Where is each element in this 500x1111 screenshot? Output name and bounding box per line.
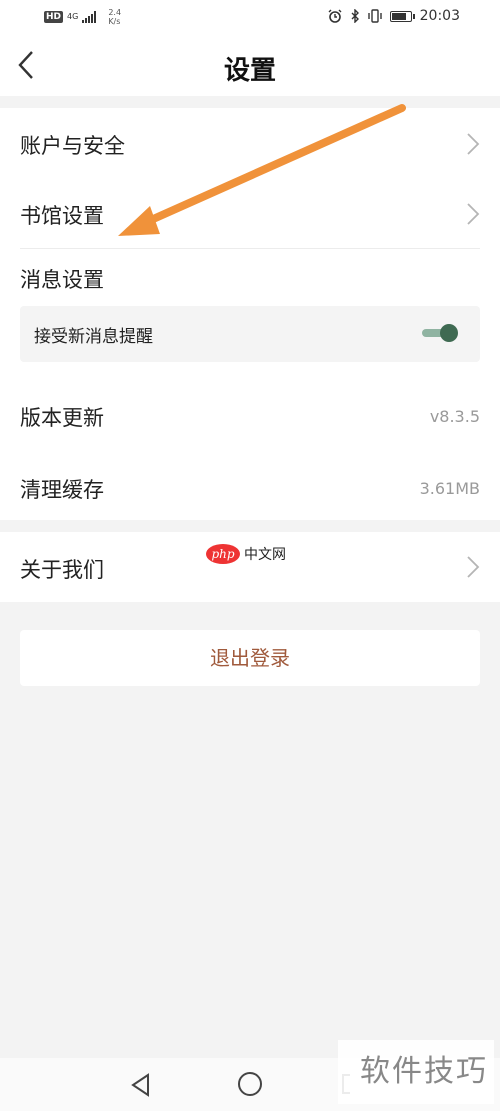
php-watermark-text: 中文网: [244, 547, 286, 563]
row-label: 接受新消息提醒: [34, 327, 153, 347]
bluetooth-icon: [351, 9, 359, 23]
row-label: 关于我们: [20, 558, 104, 582]
chevron-right-icon: [467, 556, 480, 578]
version-value: v8.3.5: [429, 407, 480, 426]
status-right: 20:03: [328, 8, 460, 24]
status-left: HD 4G 2.4 K/s: [44, 8, 121, 26]
battery-icon: [389, 10, 415, 22]
status-bar: HD 4G 2.4 K/s 20:03: [0, 0, 500, 34]
vibrate-icon: [367, 9, 382, 23]
section-label: 消息设置: [20, 268, 104, 292]
php-watermark: php 中文网: [206, 544, 286, 564]
row-label: 版本更新: [20, 406, 104, 430]
tips-watermark: 软件技巧: [338, 1040, 494, 1104]
alarm-icon: [328, 9, 342, 23]
row-version-update[interactable]: 版本更新 v8.3.5: [0, 380, 500, 450]
cache-value: 3.61MB: [419, 479, 480, 498]
row-label: 书馆设置: [20, 204, 104, 228]
row-about-us[interactable]: 关于我们: [0, 532, 500, 602]
signal-type: 4G: [67, 12, 79, 21]
network-speed: 2.4 K/s: [108, 8, 121, 26]
page-title: 设置: [223, 56, 276, 86]
nav-back-icon[interactable]: [128, 1072, 154, 1098]
chevron-right-icon: [467, 203, 480, 225]
divider: [20, 248, 480, 249]
row-label: 清理缓存: [20, 478, 104, 502]
logout-button[interactable]: 退出登录: [20, 630, 480, 686]
hd-badge: HD: [44, 11, 64, 23]
row-message-settings: 消息设置: [0, 250, 500, 306]
php-logo: php: [206, 544, 240, 564]
row-clear-cache[interactable]: 清理缓存 3.61MB: [0, 452, 500, 520]
row-library-settings[interactable]: 书馆设置: [0, 178, 500, 248]
row-account-security[interactable]: 账户与安全: [0, 108, 500, 178]
speed-unit: K/s: [108, 17, 121, 26]
clock: 20:03: [419, 8, 460, 24]
signal-icon: [82, 11, 97, 23]
nav-home-icon[interactable]: [238, 1072, 262, 1096]
speed-value: 2.4: [108, 8, 122, 17]
header: 设置: [0, 34, 500, 96]
toggle-knob: [440, 324, 458, 342]
chevron-right-icon: [467, 133, 480, 155]
row-receive-new-message[interactable]: 接受新消息提醒: [20, 306, 480, 362]
message-toggle-switch[interactable]: [422, 324, 458, 342]
row-label: 账户与安全: [20, 134, 125, 158]
